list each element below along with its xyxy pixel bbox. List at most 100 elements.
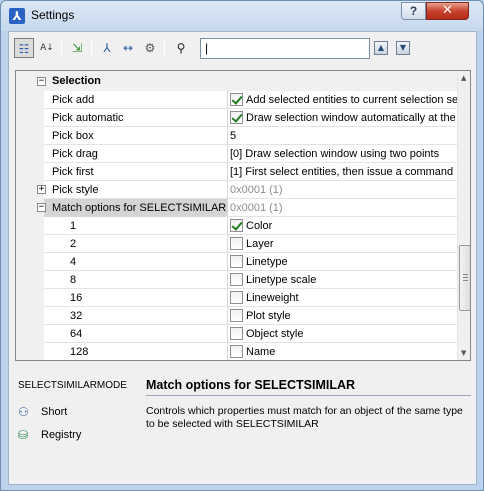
flag-option[interactable]: Linetype xyxy=(230,253,457,271)
toolbar: ☷ A↓ ⇲ ⅄ ↔ ⚙ ⚲ | ▲ ▼ xyxy=(9,32,476,64)
subrow-layer[interactable]: 2 Layer xyxy=(16,235,457,253)
subrow-name[interactable]: 128 Name xyxy=(16,343,457,360)
settings-window: ⅄ Settings ? ✕ ☷ A↓ ⇲ ⅄ ↔ ⚙ ⚲ | ▲ ▼ − Se… xyxy=(0,0,484,491)
property-row-pick-box[interactable]: Pick box 5 xyxy=(16,127,457,145)
flag-option[interactable]: Lineweight xyxy=(230,289,457,307)
window-title: Settings xyxy=(31,8,75,22)
settings-gear-icon[interactable]: ⚙ xyxy=(140,38,160,58)
property-row-pick-automatic[interactable]: Pick automatic Draw selection window aut… xyxy=(16,109,457,127)
property-row-pick-style[interactable]: + Pick style 0x0001 (1) xyxy=(16,181,457,199)
property-name: Pick drag xyxy=(52,148,98,160)
row-margin xyxy=(16,271,44,289)
flag-value: 4 xyxy=(70,256,77,268)
toolbar-separator xyxy=(91,39,92,57)
checkbox[interactable] xyxy=(230,345,243,358)
description-text: Controls which properties must match for… xyxy=(146,405,463,430)
checkbox[interactable] xyxy=(230,93,243,106)
property-name: Pick automatic xyxy=(52,112,124,124)
export-icon[interactable]: ⇲ xyxy=(67,38,87,58)
checkbox[interactable] xyxy=(230,219,243,232)
flag-label: Linetype scale xyxy=(246,274,317,286)
property-value[interactable]: [1] First select entities, then issue a … xyxy=(230,163,457,181)
column-divider xyxy=(227,91,228,109)
scroll-up-icon[interactable]: ▲ xyxy=(461,74,466,82)
property-value[interactable]: Draw selection window automatically at t… xyxy=(230,109,457,127)
property-value[interactable]: 0x0001 (1) xyxy=(230,181,457,199)
checkbox[interactable] xyxy=(230,255,243,268)
column-divider xyxy=(227,199,228,217)
title-bar[interactable]: ⅄ Settings ? ✕ xyxy=(1,1,483,30)
column-divider xyxy=(227,253,228,271)
row-margin xyxy=(16,325,44,343)
checkbox[interactable] xyxy=(230,273,243,286)
row-margin xyxy=(16,127,44,145)
text-caret: | xyxy=(205,41,209,55)
property-value[interactable]: 0x0001 (1) xyxy=(230,199,457,217)
column-divider xyxy=(227,217,228,235)
vertical-scrollbar[interactable]: ▲ ▼ xyxy=(457,71,470,360)
collapse-icon[interactable]: − xyxy=(37,203,46,212)
flag-option[interactable]: Color xyxy=(230,217,457,235)
property-row-pick-add[interactable]: Pick add Add selected entities to curren… xyxy=(16,91,457,109)
row-margin xyxy=(16,253,44,271)
categorized-view-icon[interactable]: ☷ xyxy=(14,38,34,58)
subrow-object-style[interactable]: 64 Object style xyxy=(16,325,457,343)
app-settings-icon[interactable]: ⅄ xyxy=(97,38,117,58)
property-row-pick-drag[interactable]: Pick drag [0] Draw selection window usin… xyxy=(16,145,457,163)
subrow-color[interactable]: 1 Color xyxy=(16,217,457,235)
find-next-button[interactable]: ▼ xyxy=(396,41,410,55)
collapse-icon[interactable]: − xyxy=(37,77,46,86)
flag-value: 16 xyxy=(70,292,83,304)
subrow-linetype[interactable]: 4 Linetype xyxy=(16,253,457,271)
sort-alphabetical-icon[interactable]: A↓ xyxy=(37,38,57,58)
find-binoculars-icon[interactable]: ⚲ xyxy=(171,38,191,58)
column-width-icon[interactable]: ↔ xyxy=(118,38,138,58)
property-value[interactable]: [0] Draw selection window using two poin… xyxy=(230,145,457,163)
flag-value: 32 xyxy=(70,310,83,322)
flag-value: 2 xyxy=(70,238,77,250)
flag-label: Color xyxy=(246,220,273,232)
flag-label: Linetype xyxy=(246,256,288,268)
checkbox[interactable] xyxy=(230,309,243,322)
flag-label: Object style xyxy=(246,328,304,340)
flag-option[interactable]: Plot style xyxy=(230,307,457,325)
checkbox[interactable] xyxy=(230,237,243,250)
checkbox[interactable] xyxy=(230,327,243,340)
subrow-lineweight[interactable]: 16 Lineweight xyxy=(16,289,457,307)
expand-icon[interactable]: + xyxy=(37,185,46,194)
flag-label: Layer xyxy=(246,238,274,250)
short-icon: ⚇ xyxy=(18,405,29,419)
checkbox[interactable] xyxy=(230,111,243,124)
property-value[interactable]: 5 xyxy=(230,127,457,145)
search-input[interactable]: | xyxy=(200,38,370,59)
flag-option[interactable]: Layer xyxy=(230,235,457,253)
close-button[interactable]: ✕ xyxy=(426,2,469,20)
column-divider xyxy=(227,163,228,181)
flag-value: 8 xyxy=(70,274,77,286)
property-value-text: Draw selection window automatically at t… xyxy=(246,112,456,124)
subrow-linetype-scale[interactable]: 8 Linetype scale xyxy=(16,271,457,289)
property-row-pick-first[interactable]: Pick first [1] First select entities, th… xyxy=(16,163,457,181)
find-previous-button[interactable]: ▲ xyxy=(374,41,388,55)
toolbar-separator xyxy=(61,39,62,57)
property-grid: − Selection Pick add Add selected entiti… xyxy=(15,70,471,361)
flag-option[interactable]: Object style xyxy=(230,325,457,343)
checkbox[interactable] xyxy=(230,291,243,304)
column-divider xyxy=(227,235,228,253)
property-row-match-options[interactable]: Match options for SELECTSIMILAR − 0x0001… xyxy=(16,199,457,217)
flag-value: 1 xyxy=(70,220,77,232)
row-margin xyxy=(16,145,44,163)
property-name-selected: Match options for SELECTSIMILAR xyxy=(44,199,227,217)
column-divider xyxy=(227,145,228,163)
registry-icon: ⛁ xyxy=(18,428,29,442)
column-divider xyxy=(227,109,228,127)
flag-option[interactable]: Name xyxy=(230,343,457,360)
property-value[interactable]: Add selected entities to current selecti… xyxy=(230,91,457,109)
help-button[interactable]: ? xyxy=(401,2,426,20)
flag-option[interactable]: Linetype scale xyxy=(230,271,457,289)
category-row-selection[interactable]: − Selection xyxy=(16,73,457,91)
scroll-down-icon[interactable]: ▼ xyxy=(461,349,466,357)
flag-value: 128 xyxy=(70,346,89,358)
subrow-plot-style[interactable]: 32 Plot style xyxy=(16,307,457,325)
scrollbar-thumb[interactable] xyxy=(459,245,470,311)
